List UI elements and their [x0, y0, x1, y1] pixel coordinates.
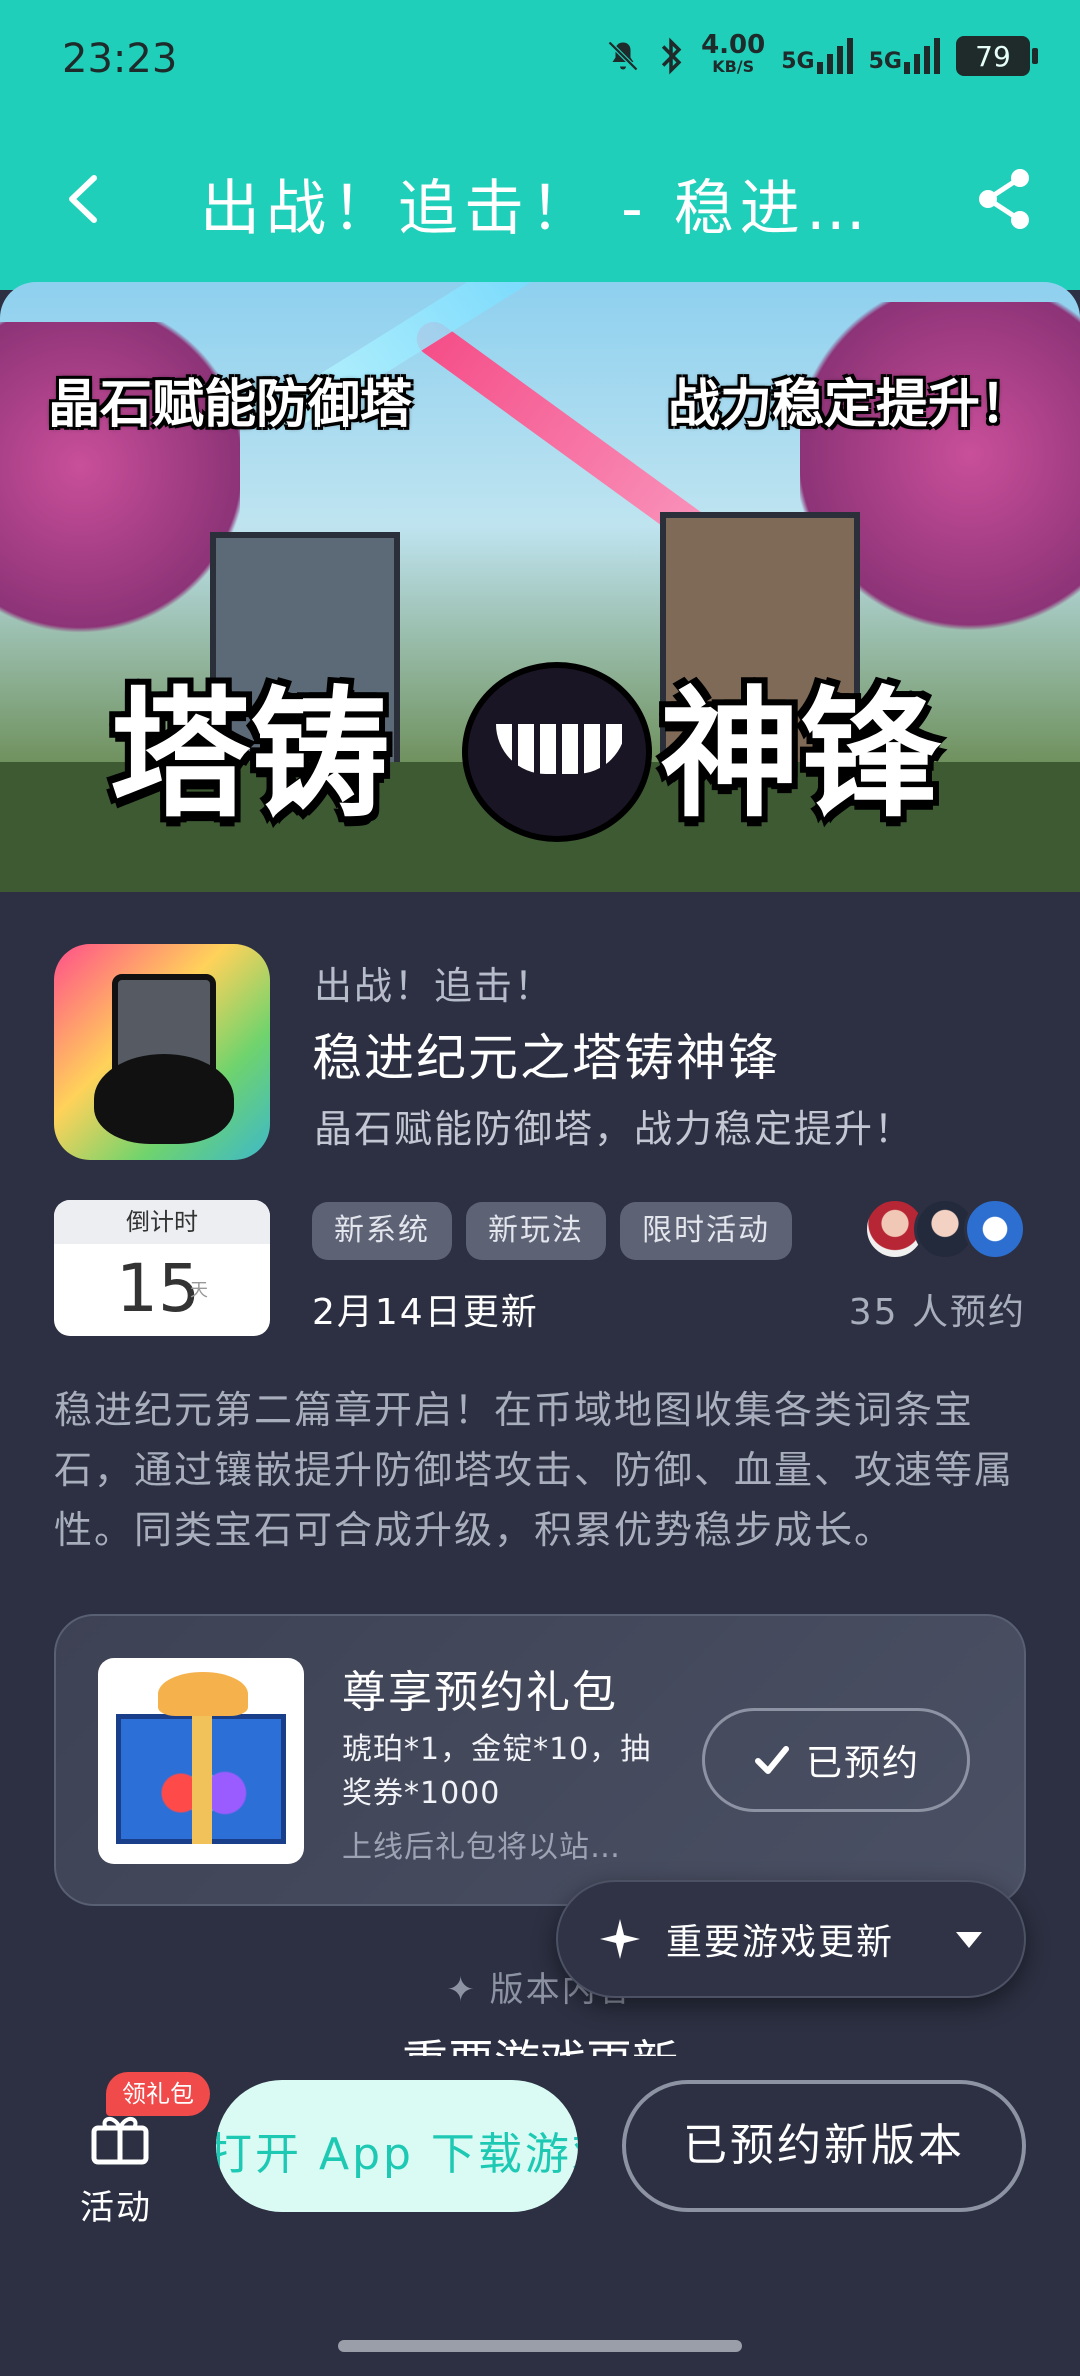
mute-bell-icon	[608, 40, 639, 72]
monster-face	[94, 1054, 234, 1144]
share-icon	[979, 169, 1029, 229]
reserve-count: 35 人预约	[848, 1292, 1026, 1333]
top-bar: 23:23 4.00 KB/S 5G 5G 79 出战！追击！ - 稳进…	[0, 0, 1080, 290]
gift-bow	[158, 1672, 248, 1716]
signal-sim1: 5G	[781, 38, 853, 74]
status-bar: 23:23 4.00 KB/S 5G 5G 79	[0, 0, 1080, 120]
status-time: 23:23	[62, 36, 178, 82]
countdown-card: 倒计时 15 天	[54, 1200, 270, 1336]
tag-chips: 新系统 新玩法 限时活动	[312, 1202, 792, 1260]
gift-icon	[91, 2117, 149, 2165]
game-subtitle: 出战！追击！	[314, 964, 555, 1008]
chevron-left-icon	[69, 175, 97, 223]
signal-bars-icon	[816, 38, 853, 74]
signal-sim2: 5G	[869, 38, 940, 74]
reserved-button-label: 已预约	[805, 1743, 920, 1784]
reserver-avatars[interactable]	[864, 1198, 1026, 1260]
update-selector[interactable]: 重要游戏更新	[556, 1880, 1026, 1998]
update-selector-label: 重要游戏更新	[666, 1922, 895, 1963]
sparkle-icon: ✦	[446, 1970, 477, 2010]
gift-ribbon	[192, 1714, 212, 1844]
signal-bars-icon	[904, 38, 940, 74]
gift-content: 琥珀*1，金锭*10，抽奖券*1000	[342, 1732, 652, 1811]
monster-mascot	[462, 662, 652, 842]
game-name: 稳进纪元之塔铸神锋	[312, 1029, 780, 1087]
banner-title-right: 神锋	[660, 674, 941, 837]
open-app-label: 打开 App 下载游戏	[216, 2129, 578, 2180]
page-title: 出战！追击！ - 稳进…	[200, 174, 872, 244]
open-app-download-button[interactable]: 打开 App 下载游戏	[216, 2080, 578, 2212]
tag-chip[interactable]: 新系统	[312, 1202, 452, 1260]
update-date: 2月14日更新	[312, 1292, 539, 1333]
bluetooth-icon	[661, 37, 682, 75]
section-title: 重要游戏更新	[0, 2026, 1080, 2056]
tag-chip[interactable]: 新玩法	[466, 1202, 606, 1260]
home-indicator[interactable]	[338, 2340, 742, 2352]
battery-icon: 79	[956, 36, 1038, 76]
check-icon	[754, 1746, 789, 1774]
game-tagline: 晶石赋能防御塔，战力稳定提升！	[314, 1107, 915, 1151]
banner-tag-left: 晶石赋能防御塔	[48, 375, 413, 435]
countdown-label: 倒计时	[54, 1200, 270, 1244]
reserved-version-button[interactable]: 已预约新版本	[622, 2080, 1026, 2212]
sparkle-icon	[600, 1919, 640, 1959]
countdown-unit: 天	[190, 1280, 208, 1301]
game-description: 稳进纪元第二篇章开启！在币域地图收集各类词条宝石，通过镶嵌提升防御塔攻击、防御、…	[54, 1388, 1015, 1552]
gift-badge: 领礼包	[106, 2072, 210, 2116]
activity-label: 活动	[80, 2188, 152, 2228]
banner-tag-right: 战力稳定提升！	[667, 375, 1032, 435]
avatar	[964, 1198, 1026, 1260]
caret-down-icon	[956, 1932, 982, 1948]
status-icons: 4.00 KB/S 5G 5G 79	[605, 30, 1038, 78]
back-button[interactable]	[50, 164, 120, 234]
gift-note: 上线后礼包将以站…	[342, 1830, 621, 1865]
share-button[interactable]	[970, 164, 1040, 234]
reservation-gift-card[interactable]: 尊享预约礼包 琥珀*1，金锭*10，抽奖券*1000 上线后礼包将以站… 已预约	[54, 1614, 1026, 1906]
gift-box-image	[98, 1658, 304, 1864]
game-app-icon	[54, 944, 270, 1160]
banner-title-left: 塔铸	[110, 674, 391, 837]
reserved-button[interactable]: 已预约	[702, 1708, 970, 1812]
tag-chip[interactable]: 限时活动	[620, 1202, 792, 1260]
countdown-value: 15	[116, 1250, 200, 1327]
title-bar: 出战！追击！ - 稳进…	[0, 140, 1080, 260]
gift-title: 尊享预约礼包	[342, 1667, 618, 1718]
game-banner[interactable]: 晶石赋能防御塔 战力稳定提升！ 塔铸 神锋	[0, 282, 1080, 892]
net-speed: 4.00 KB/S	[701, 30, 766, 76]
